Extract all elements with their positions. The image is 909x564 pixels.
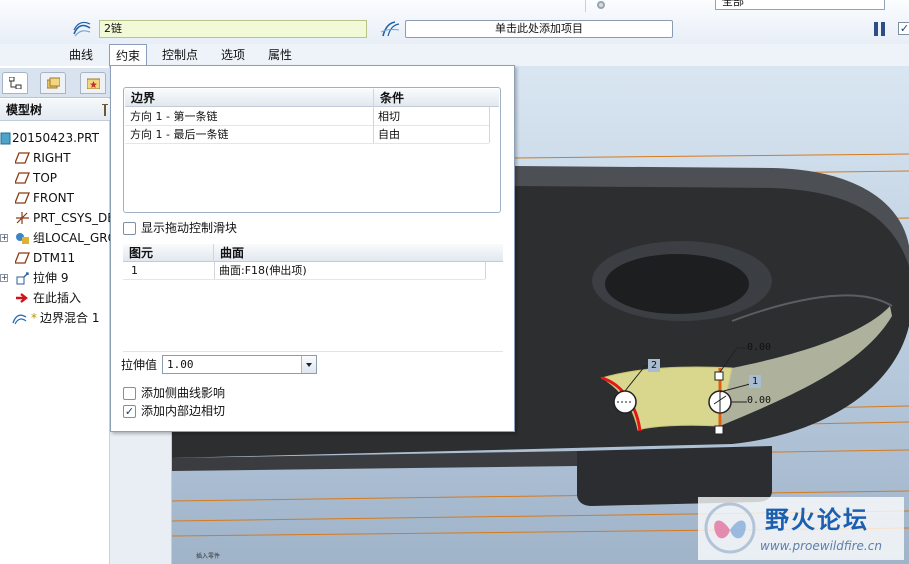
dimension-label-2[interactable]: 2: [648, 359, 660, 372]
insert-here-arrow-icon: [16, 293, 28, 303]
tree-item-extrude-9[interactable]: + 拉伸 9: [0, 268, 110, 288]
dimension-value-top[interactable]: 0.00: [747, 341, 775, 354]
watermark-title: 野火论坛: [765, 506, 869, 534]
control-point-bottom[interactable]: [714, 425, 724, 435]
hole: [605, 254, 749, 314]
tree-item-local-group[interactable]: + 组LOCAL_GROUP: [0, 228, 110, 248]
tree-item-label: 边界混合 1: [40, 311, 100, 325]
datum-plane-icon: [15, 172, 30, 184]
dashboard-toolbar: 全部 ✓ 2链 单击此处添加项目: [0, 0, 909, 44]
second-direction-collector[interactable]: 单击此处添加项目: [405, 20, 673, 38]
tree-item-right[interactable]: RIGHT: [0, 148, 110, 168]
control-point-top[interactable]: [714, 371, 724, 381]
boundary-table-header: 边界 条件: [125, 89, 499, 107]
tree-item-csys[interactable]: PRT_CSYS_DEF: [0, 208, 110, 228]
tree-item-label: 在此插入: [33, 291, 82, 305]
tab-constraints[interactable]: 约束: [109, 44, 148, 67]
add-side-curve-influence-label: 添加侧曲线影响: [141, 386, 226, 400]
csys-icon: [16, 212, 29, 224]
tree-item-top[interactable]: TOP: [0, 168, 110, 188]
add-inner-edge-tangency-label: 添加内部边相切: [141, 404, 226, 418]
tree-item-boundary-blend[interactable]: * 边界混合 1: [0, 308, 110, 328]
tree-item-insert-here[interactable]: 在此插入: [0, 288, 110, 308]
stretch-value[interactable]: 1.00: [167, 356, 194, 373]
dimension-value-bottom[interactable]: 0.00: [747, 394, 775, 407]
expand-toggle[interactable]: +: [0, 234, 8, 242]
stretch-value-combobox[interactable]: 1.00: [162, 355, 317, 374]
datum-plane-icon: [15, 152, 30, 164]
table-row[interactable]: 1: [127, 262, 213, 279]
tab-model-tree[interactable]: [2, 72, 28, 94]
filter-select[interactable]: 全部: [715, 0, 885, 10]
tree-item-label: RIGHT: [33, 151, 71, 165]
tree-settings-icon[interactable]: [100, 104, 110, 118]
tab-folder-browser[interactable]: [40, 72, 66, 94]
favorites-folder-icon: [86, 77, 101, 90]
column-header-surface: 曲面: [220, 246, 245, 260]
condition-cell[interactable]: 自由: [374, 126, 490, 143]
datum-plane-icon: [15, 192, 30, 204]
second-direction-icon[interactable]: [379, 20, 401, 38]
tree-item-label: DTM11: [33, 251, 76, 265]
tree-item-front[interactable]: FRONT: [0, 188, 110, 208]
model-tree-header: 模型树: [0, 99, 110, 121]
expand-toggle[interactable]: +: [0, 274, 8, 282]
tree-item-label: 20150423.PRT: [12, 131, 99, 145]
add-inner-edge-tangency-checkbox[interactable]: ✓: [123, 405, 136, 418]
model-navigator: 模型树 20150423.PRT RIGHT TOP FRONT PRT_CSY…: [0, 66, 110, 564]
tab-options[interactable]: 选项: [215, 44, 251, 66]
first-direction-icon[interactable]: [72, 20, 92, 38]
tree-item-label: PRT_CSYS_DEF: [33, 211, 110, 225]
tree-item-label: 拉伸 9: [33, 271, 69, 285]
watermark-url: www.proewildfire.cn: [760, 539, 882, 553]
datum-plane-icon: [15, 252, 30, 264]
dashboard-tabs: 曲线 约束 控制点 选项 属性: [0, 44, 909, 67]
table-row[interactable]: 方向 1 - 最后一条链: [126, 126, 372, 143]
tree-item-part[interactable]: 20150423.PRT: [0, 128, 110, 148]
add-side-curve-influence-checkbox[interactable]: [123, 387, 136, 400]
model-tree: 20150423.PRT RIGHT TOP FRONT PRT_CSYS_DE…: [0, 128, 110, 328]
element-table: 1 曲面:F18(伸出项): [123, 262, 503, 352]
group-icon: [16, 233, 29, 244]
tab-favorites[interactable]: [80, 72, 106, 94]
tree-item-label: TOP: [33, 171, 58, 185]
extrude-icon: [16, 272, 29, 285]
pause-icon[interactable]: [874, 22, 886, 36]
table-row[interactable]: 方向 1 - 第一条链: [126, 108, 372, 125]
model-tree-icon: [8, 76, 22, 90]
preview-checkbox[interactable]: ✓: [898, 22, 909, 35]
stretch-value-label: 拉伸值: [121, 358, 158, 372]
dimension-label-1[interactable]: 1: [749, 375, 761, 388]
tree-item-label: 组LOCAL_GROUP: [33, 231, 110, 245]
bead-icon: [597, 1, 605, 9]
element-table-header: 图元 曲面: [123, 244, 503, 262]
unsaved-marker: *: [31, 311, 37, 325]
tab-curves[interactable]: 曲线: [63, 44, 99, 66]
navigator-tabs: [0, 68, 110, 98]
boundary-conditions-table: 边界 条件 方向 1 - 第一条链 相切 方向 1 - 最后一条链 自由: [123, 87, 501, 213]
folders-icon: [46, 77, 61, 89]
column-header-boundary: 边界: [131, 91, 156, 105]
butterfly-logo-icon: [704, 502, 756, 554]
boundary-blend-icon: [12, 314, 27, 325]
first-direction-collector[interactable]: 2链: [99, 20, 367, 38]
column-header-element: 图元: [129, 246, 154, 260]
tree-item-label: FRONT: [33, 191, 74, 205]
viewport-corner-mark: 插入零件: [196, 553, 221, 560]
show-drag-handles-label: 显示拖动控制滑块: [141, 221, 238, 235]
show-drag-handles-checkbox[interactable]: [123, 222, 136, 235]
constraints-panel: 边界 条件 方向 1 - 第一条链 相切 方向 1 - 最后一条链 自由 显示拖…: [110, 65, 515, 432]
chevron-down-icon[interactable]: [301, 356, 316, 373]
condition-cell[interactable]: 相切: [374, 108, 490, 125]
tab-properties[interactable]: 属性: [262, 44, 298, 66]
surface-cell[interactable]: 曲面:F18(伸出项): [215, 262, 485, 279]
tab-control-points[interactable]: 控制点: [156, 44, 204, 66]
column-header-condition: 条件: [380, 91, 405, 105]
tree-item-dtm11[interactable]: DTM11: [0, 248, 110, 268]
